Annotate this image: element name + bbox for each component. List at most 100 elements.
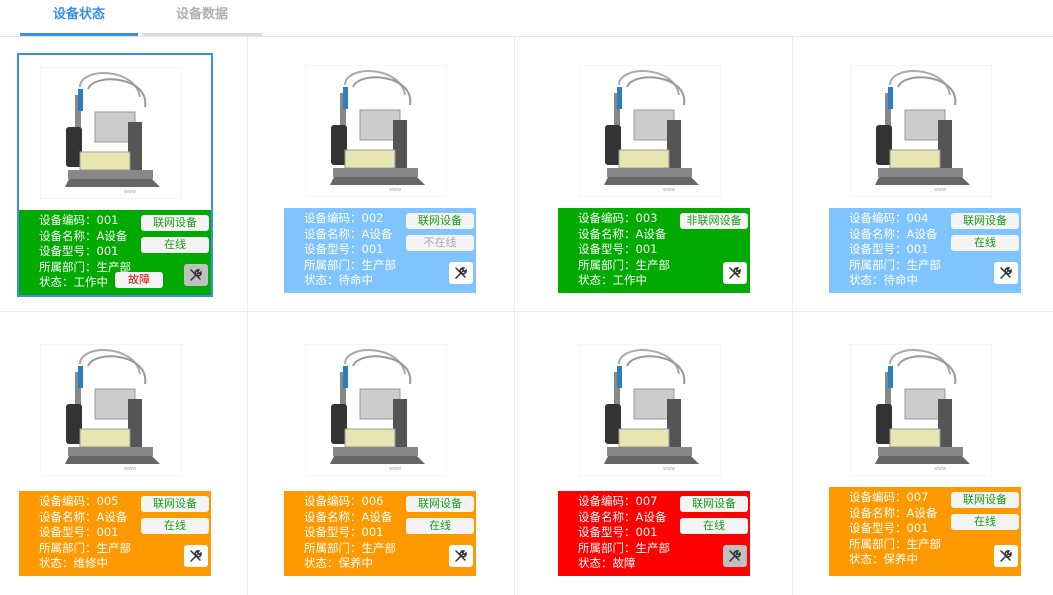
dept-label: 所属部门： bbox=[39, 540, 97, 555]
device-name: A设备 bbox=[361, 226, 393, 241]
model-label: 设备型号： bbox=[578, 525, 636, 540]
device-photo bbox=[558, 53, 750, 208]
model-label: 设备型号： bbox=[849, 242, 907, 257]
tab-device-status[interactable]: 设备状态 bbox=[20, 0, 138, 36]
device-state: 工作中 bbox=[73, 275, 109, 290]
code-label: 设备编码： bbox=[39, 213, 97, 227]
device-card[interactable]: 设备编码：004 设备名称：A设备 设备型号：001 所属部门：生产部 状态：待… bbox=[829, 53, 1021, 293]
model-label: 设备型号： bbox=[578, 242, 636, 257]
device-dept: 生产部 bbox=[635, 540, 671, 555]
wrench-icon[interactable] bbox=[723, 262, 747, 284]
device-model: 001 bbox=[361, 242, 384, 257]
dept-label: 所属部门： bbox=[304, 540, 362, 555]
state-label: 状态： bbox=[304, 273, 339, 288]
device-model: 001 bbox=[635, 242, 658, 257]
offline-badge: 不在线 bbox=[406, 235, 474, 251]
name-label: 设备名称： bbox=[39, 228, 97, 243]
device-name: A设备 bbox=[635, 226, 667, 241]
device-name: A设备 bbox=[96, 228, 128, 243]
device-code: 007 bbox=[906, 490, 929, 504]
online-badge: 在线 bbox=[141, 518, 209, 534]
device-dept: 生产部 bbox=[96, 540, 132, 555]
state-label: 状态： bbox=[39, 556, 74, 571]
device-photo bbox=[829, 53, 1021, 208]
column-divider bbox=[514, 37, 515, 595]
code-label: 设备编码： bbox=[304, 211, 362, 225]
device-state: 工作中 bbox=[612, 273, 648, 288]
dept-label: 所属部门： bbox=[304, 257, 362, 272]
name-label: 设备名称： bbox=[849, 505, 907, 520]
device-card[interactable]: 设备编码：006 设备名称：A设备 设备型号：001 所属部门：生产部 状态：保… bbox=[284, 332, 476, 576]
tab-device-data[interactable]: 设备数据 bbox=[142, 0, 262, 36]
device-info-panel: 设备编码：005 设备名称：A设备 设备型号：001 所属部门：生产部 状态：维… bbox=[19, 491, 211, 576]
code-label: 设备编码： bbox=[39, 494, 97, 508]
device-card[interactable]: 设备编码：001 设备名称：A设备 设备型号：001 所属部门：生产部 状态：工… bbox=[17, 53, 213, 297]
wrench-icon[interactable] bbox=[994, 262, 1018, 284]
device-name: A设备 bbox=[906, 226, 938, 241]
column-divider bbox=[247, 37, 248, 595]
network-badge: 非联网设备 bbox=[680, 213, 748, 229]
device-model: 001 bbox=[906, 521, 929, 536]
device-code: 001 bbox=[96, 213, 119, 227]
device-state: 保养中 bbox=[338, 556, 374, 571]
device-state: 故障 bbox=[612, 556, 636, 571]
network-badge: 联网设备 bbox=[141, 215, 209, 231]
device-card[interactable]: 设备编码：005 设备名称：A设备 设备型号：001 所属部门：生产部 状态：维… bbox=[19, 332, 211, 576]
device-state: 待命中 bbox=[338, 273, 374, 288]
name-label: 设备名称： bbox=[304, 509, 362, 524]
device-dept: 生产部 bbox=[906, 257, 942, 272]
code-label: 设备编码： bbox=[578, 211, 636, 225]
device-model: 001 bbox=[906, 242, 929, 257]
device-photo bbox=[284, 332, 476, 487]
device-name: A设备 bbox=[361, 509, 393, 524]
device-code: 005 bbox=[96, 494, 119, 508]
device-photo bbox=[19, 55, 211, 210]
device-info-panel: 设备编码：003 设备名称：A设备 设备型号：001 所属部门：生产部 状态：工… bbox=[558, 208, 750, 293]
device-state: 保养中 bbox=[883, 552, 919, 567]
wrench-icon[interactable] bbox=[449, 262, 473, 284]
device-code: 004 bbox=[906, 211, 929, 225]
device-card[interactable]: 设备编码：002 设备名称：A设备 设备型号：001 所属部门：生产部 状态：待… bbox=[284, 53, 476, 293]
device-model: 001 bbox=[635, 525, 658, 540]
model-label: 设备型号： bbox=[304, 525, 362, 540]
network-badge: 联网设备 bbox=[951, 492, 1019, 508]
wrench-icon[interactable] bbox=[994, 545, 1018, 567]
device-card[interactable]: 设备编码：007 设备名称：A设备 设备型号：001 所属部门：生产部 状态：保… bbox=[829, 332, 1021, 576]
state-label: 状态： bbox=[849, 273, 884, 288]
device-info-panel: 设备编码：001 设备名称：A设备 设备型号：001 所属部门：生产部 状态：工… bbox=[19, 210, 211, 295]
online-badge: 在线 bbox=[406, 518, 474, 534]
dept-label: 所属部门： bbox=[849, 536, 907, 551]
device-name: A设备 bbox=[96, 509, 128, 524]
device-photo bbox=[19, 332, 211, 487]
name-label: 设备名称： bbox=[578, 509, 636, 524]
device-info-panel: 设备编码：002 设备名称：A设备 设备型号：001 所属部门：生产部 状态：待… bbox=[284, 208, 476, 293]
code-label: 设备编码： bbox=[849, 211, 907, 225]
device-state: 待命中 bbox=[883, 273, 919, 288]
device-info-panel: 设备编码：007 设备名称：A设备 设备型号：001 所属部门：生产部 状态：故… bbox=[558, 491, 750, 576]
device-card[interactable]: 设备编码：007 设备名称：A设备 设备型号：001 所属部门：生产部 状态：故… bbox=[558, 332, 750, 576]
device-model: 001 bbox=[96, 525, 119, 540]
model-label: 设备型号： bbox=[849, 521, 907, 536]
dept-label: 所属部门： bbox=[578, 257, 636, 272]
state-label: 状态： bbox=[304, 556, 339, 571]
state-label: 状态： bbox=[578, 273, 613, 288]
code-label: 设备编码： bbox=[304, 494, 362, 508]
wrench-icon[interactable] bbox=[449, 545, 473, 567]
state-label: 状态： bbox=[578, 556, 613, 571]
wrench-icon[interactable] bbox=[184, 264, 208, 286]
device-code: 007 bbox=[635, 494, 658, 508]
device-model: 001 bbox=[361, 525, 384, 540]
device-code: 003 bbox=[635, 211, 658, 225]
row-divider bbox=[0, 311, 1053, 312]
name-label: 设备名称： bbox=[578, 226, 636, 241]
wrench-icon[interactable] bbox=[184, 545, 208, 567]
device-name: A设备 bbox=[906, 505, 938, 520]
state-label: 状态： bbox=[39, 275, 74, 290]
device-photo bbox=[284, 53, 476, 208]
device-info-panel: 设备编码：006 设备名称：A设备 设备型号：001 所属部门：生产部 状态：保… bbox=[284, 491, 476, 576]
device-name: A设备 bbox=[635, 509, 667, 524]
wrench-icon[interactable] bbox=[723, 545, 747, 567]
model-label: 设备型号： bbox=[304, 242, 362, 257]
device-card[interactable]: 设备编码：003 设备名称：A设备 设备型号：001 所属部门：生产部 状态：工… bbox=[558, 53, 750, 293]
device-info-panel: 设备编码：004 设备名称：A设备 设备型号：001 所属部门：生产部 状态：待… bbox=[829, 208, 1021, 293]
